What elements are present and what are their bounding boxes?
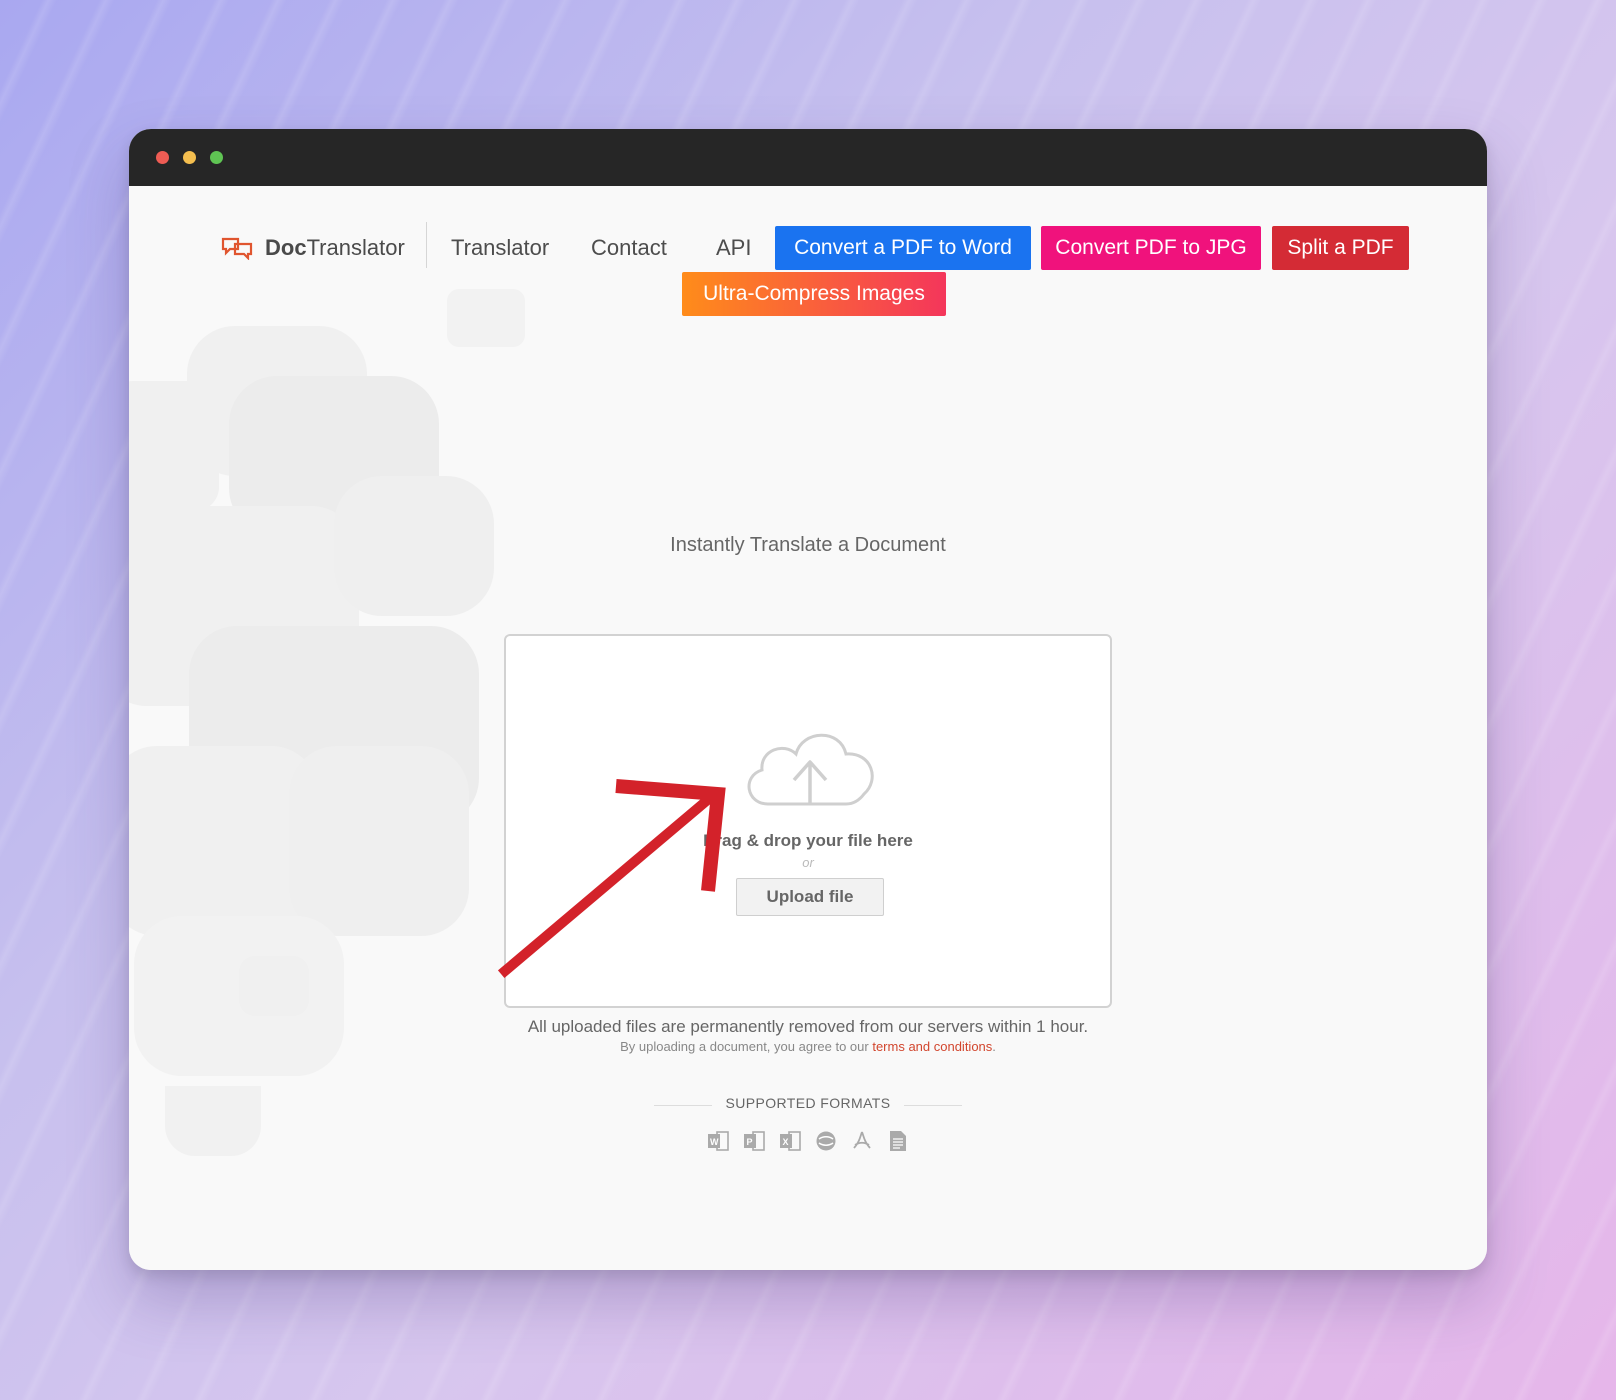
svg-text:P: P bbox=[747, 1137, 753, 1147]
nav-translator-link[interactable]: Translator bbox=[451, 226, 549, 270]
page-content: DocTranslator Translator Contact API Con… bbox=[129, 186, 1487, 1270]
decorative-bubble bbox=[239, 956, 309, 1016]
svg-text:X: X bbox=[783, 1137, 789, 1147]
nav-divider bbox=[426, 222, 427, 268]
powerpoint-icon: P bbox=[743, 1130, 765, 1152]
convert-pdf-to-jpg-button[interactable]: Convert PDF to JPG bbox=[1041, 226, 1261, 270]
terms-suffix: . bbox=[992, 1039, 996, 1054]
nav-contact-link[interactable]: Contact bbox=[591, 226, 667, 270]
supported-formats-icons: W P X bbox=[707, 1130, 909, 1152]
brand-name: DocTranslator bbox=[265, 235, 405, 260]
excel-icon: X bbox=[779, 1130, 801, 1152]
close-window-button[interactable] bbox=[156, 151, 169, 164]
upload-file-button[interactable]: Upload file bbox=[736, 878, 884, 916]
drag-drop-text: Drag & drop your file here bbox=[703, 831, 913, 850]
file-retention-notice: All uploaded files are permanently remov… bbox=[527, 1017, 1089, 1036]
maximize-window-button[interactable] bbox=[210, 151, 223, 164]
nav-api-link[interactable]: API bbox=[716, 226, 751, 270]
decorative-bubble bbox=[447, 289, 525, 347]
terms-and-conditions-link[interactable]: terms and conditions bbox=[872, 1039, 992, 1054]
or-separator: or bbox=[802, 855, 814, 870]
terms-notice: By uploading a document, you agree to ou… bbox=[129, 1039, 1487, 1054]
window-titlebar bbox=[129, 129, 1487, 186]
formats-divider-right bbox=[904, 1105, 962, 1106]
cloud-upload-icon bbox=[747, 733, 874, 806]
opendocument-icon bbox=[815, 1130, 837, 1152]
decorative-bubble bbox=[289, 746, 469, 936]
decorative-bubble bbox=[129, 381, 219, 511]
file-dropzone[interactable]: Drag & drop your file here or Upload fil… bbox=[504, 634, 1112, 1008]
split-pdf-button[interactable]: Split a PDF bbox=[1272, 226, 1409, 270]
ultra-compress-images-button[interactable]: Ultra-Compress Images bbox=[682, 272, 946, 316]
translate-bubbles-icon bbox=[221, 237, 253, 260]
minimize-window-button[interactable] bbox=[183, 151, 196, 164]
brand-logo[interactable]: DocTranslator bbox=[221, 226, 405, 270]
word-icon: W bbox=[707, 1130, 729, 1152]
text-file-icon bbox=[887, 1130, 909, 1152]
terms-prefix: By uploading a document, you agree to ou… bbox=[620, 1039, 873, 1054]
page-subtitle: Instantly Translate a Document bbox=[670, 534, 946, 556]
browser-window: DocTranslator Translator Contact API Con… bbox=[129, 129, 1487, 1270]
svg-text:W: W bbox=[710, 1137, 719, 1147]
pdf-icon bbox=[851, 1130, 873, 1152]
supported-formats-label: SUPPORTED FORMATS bbox=[725, 1095, 891, 1111]
convert-pdf-to-word-button[interactable]: Convert a PDF to Word bbox=[775, 226, 1031, 270]
